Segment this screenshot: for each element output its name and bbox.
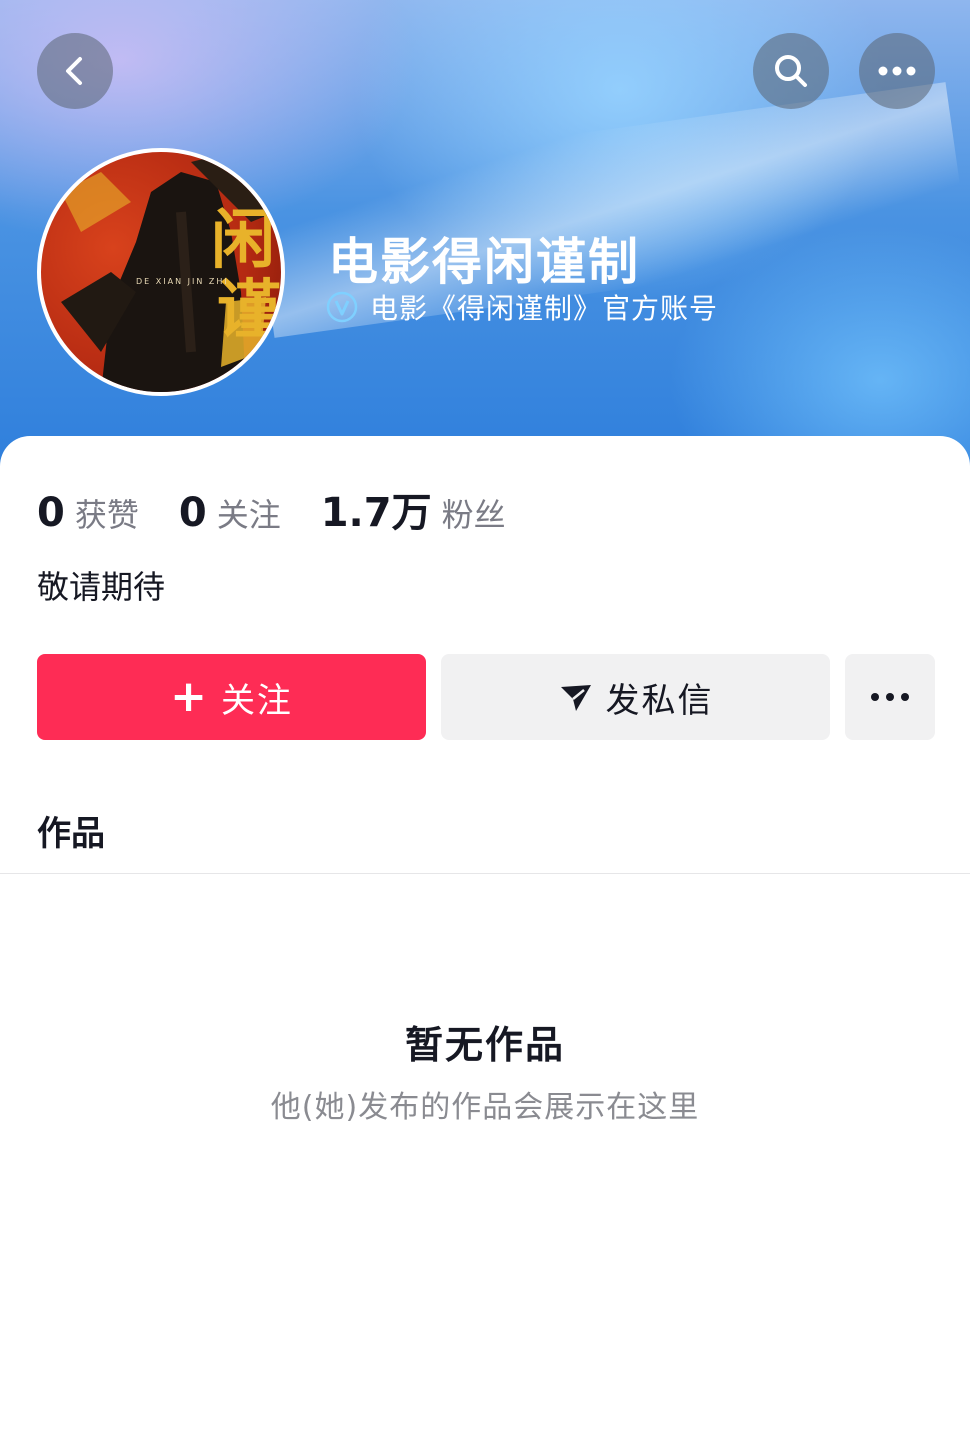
stat-likes[interactable]: 0 获赞 <box>37 490 139 536</box>
tab-divider <box>0 873 970 874</box>
stat-likes-value: 0 <box>37 490 65 536</box>
profile-bio: 敬请期待 <box>37 568 166 606</box>
verification-row: 电影《得闲谨制》官方账号 <box>326 289 718 325</box>
plus-icon: + <box>170 671 207 722</box>
stat-following-label: 关注 <box>216 496 281 534</box>
send-message-button[interactable]: 发私信 <box>441 654 830 740</box>
tab-works[interactable]: 作品 <box>37 806 105 855</box>
stat-likes-label: 获赞 <box>74 496 139 534</box>
search-button[interactable] <box>753 33 829 109</box>
more-icon <box>871 693 909 701</box>
stat-followers-value: 1.7万 <box>320 490 432 536</box>
verification-description: 电影《得闲谨制》官方账号 <box>370 292 719 325</box>
empty-state-subtitle: 他(她)发布的作品会展示在这里 <box>270 1090 700 1125</box>
profile-name: 电影得闲谨制 <box>328 233 640 291</box>
send-icon <box>560 685 591 711</box>
stat-following-value: 0 <box>178 490 207 536</box>
follow-button[interactable]: + 关注 <box>37 654 426 740</box>
stat-following[interactable]: 0 关注 <box>179 490 281 536</box>
stat-followers[interactable]: 1.7万 粉丝 <box>321 480 506 538</box>
follow-button-label: 关注 <box>220 680 293 721</box>
back-button[interactable] <box>37 33 113 109</box>
back-arrow-icon <box>66 57 82 85</box>
stat-followers-label: 粉丝 <box>441 496 506 534</box>
avatar-title-char: 闲 <box>211 203 275 278</box>
avatar[interactable]: 闲谨 DE XIAN JIN ZHI <box>37 148 285 396</box>
more-actions-button[interactable] <box>845 654 935 740</box>
avatar-romanized-text: DE XIAN JIN ZHI <box>136 277 229 286</box>
more-icon <box>878 66 916 76</box>
stats-row: 0 获赞 0 关注 1.7万 粉丝 <box>37 480 546 536</box>
verified-badge-icon <box>326 291 358 323</box>
empty-state-title: 暂无作品 <box>404 1023 565 1067</box>
more-options-button[interactable] <box>859 33 935 109</box>
send-message-label: 发私信 <box>605 680 714 721</box>
avatar-poster-art: 闲谨 DE XIAN JIN ZHI <box>61 152 281 392</box>
search-icon <box>775 55 807 87</box>
